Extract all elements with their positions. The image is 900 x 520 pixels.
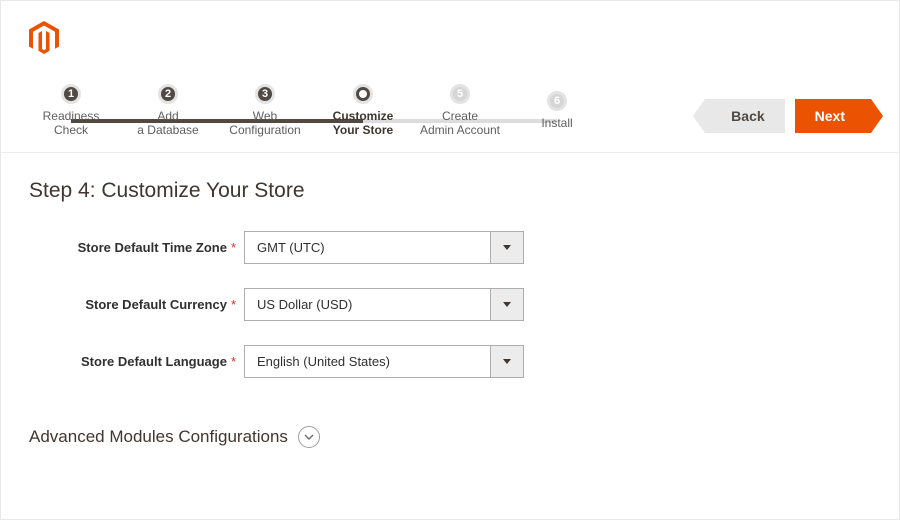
magento-logo-icon bbox=[29, 21, 59, 55]
step-circle: 6 bbox=[547, 91, 567, 111]
step-install: 6 Install bbox=[507, 91, 607, 131]
step-add-database: 2 Add a Database bbox=[118, 84, 218, 138]
step-label: Create Admin Account bbox=[420, 110, 500, 138]
field-language: Store Default Language* English (United … bbox=[29, 345, 871, 378]
currency-label: Store Default Currency* bbox=[29, 297, 244, 312]
field-timezone: Store Default Time Zone* GMT (UTC) bbox=[29, 231, 871, 264]
caret-down-icon bbox=[490, 288, 524, 321]
timezone-select[interactable]: GMT (UTC) bbox=[244, 231, 524, 264]
advanced-modules-heading: Advanced Modules Configurations bbox=[29, 426, 871, 448]
required-star-icon: * bbox=[231, 240, 236, 255]
caret-down-icon bbox=[490, 231, 524, 264]
language-label: Store Default Language* bbox=[29, 354, 244, 369]
step-label: Customize Your Store bbox=[333, 110, 394, 138]
advanced-heading-text: Advanced Modules Configurations bbox=[29, 427, 288, 447]
step-customize-store: Customize Your Store bbox=[313, 84, 413, 138]
wizard-progress: 1 Readiness Check 2 Add a Database 3 Web… bbox=[1, 93, 899, 153]
language-select[interactable]: English (United States) bbox=[244, 345, 524, 378]
step-circle: 5 bbox=[450, 84, 470, 104]
next-button[interactable]: Next bbox=[795, 99, 871, 133]
step-readiness-check: 1 Readiness Check bbox=[21, 84, 121, 138]
timezone-value: GMT (UTC) bbox=[244, 231, 490, 264]
field-currency: Store Default Currency* US Dollar (USD) bbox=[29, 288, 871, 321]
step-web-configuration: 3 Web Configuration bbox=[215, 84, 315, 138]
step-label: Web Configuration bbox=[229, 110, 300, 138]
required-star-icon: * bbox=[231, 297, 236, 312]
step-label: Install bbox=[541, 117, 572, 131]
required-star-icon: * bbox=[231, 354, 236, 369]
step-circle: 3 bbox=[255, 84, 275, 104]
step-label: Add a Database bbox=[137, 110, 198, 138]
back-button[interactable]: Back bbox=[705, 99, 784, 133]
step-circle bbox=[353, 84, 373, 104]
step-label: Readiness Check bbox=[43, 110, 100, 138]
step-circle: 1 bbox=[61, 84, 81, 104]
timezone-label: Store Default Time Zone* bbox=[29, 240, 244, 255]
page-title: Step 4: Customize Your Store bbox=[29, 179, 871, 203]
chevron-down-icon bbox=[304, 434, 314, 440]
language-value: English (United States) bbox=[244, 345, 490, 378]
step-create-admin: 5 Create Admin Account bbox=[410, 84, 510, 138]
currency-value: US Dollar (USD) bbox=[244, 288, 490, 321]
step-circle: 2 bbox=[158, 84, 178, 104]
caret-down-icon bbox=[490, 345, 524, 378]
expand-toggle[interactable] bbox=[298, 426, 320, 448]
currency-select[interactable]: US Dollar (USD) bbox=[244, 288, 524, 321]
